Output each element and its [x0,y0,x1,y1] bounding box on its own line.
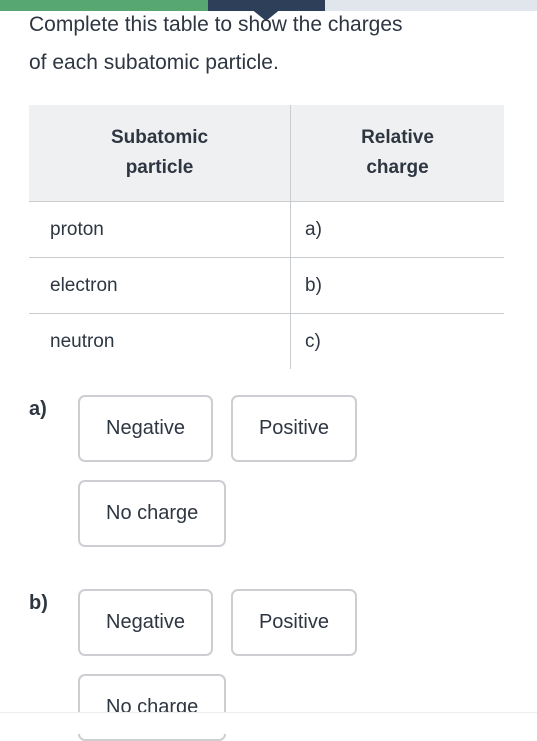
table-header: Subatomic particle Relative charge [29,105,504,202]
option-button-negative[interactable]: Negative [78,395,213,462]
table-header-relative-charge: Relative charge [290,105,504,202]
answer-option-row: Negative Positive [78,589,509,656]
table-row: proton a) [29,201,504,258]
option-button-negative[interactable]: Negative [78,589,213,656]
header-line-2: particle [125,157,194,178]
cell-particle: proton [29,201,291,258]
answer-option-row: Negative Positive [78,395,509,462]
option-button-positive[interactable]: Positive [230,395,357,462]
table-header-row: Subatomic particle Relative charge [29,105,504,202]
header-line-2: charge [366,157,429,178]
option-button-positive[interactable]: Positive [230,589,357,656]
header-line-1: Relative [361,127,434,148]
answer-group-label-a: a) [29,398,47,420]
cell-charge-slot: a) [290,201,504,258]
table-body: proton a) electron b) neutron c) [29,201,504,369]
footer-strip [0,712,537,734]
cell-particle: electron [29,257,291,314]
answer-option-row: No charge [78,480,509,547]
question-prompt: Complete this table to show the charges … [29,13,403,74]
header-line-1: Subatomic [110,127,209,148]
table-header-subatomic-particle: Subatomic particle [29,105,291,202]
cell-charge-slot: c) [305,330,321,352]
answer-options-a: Negative Positive No charge [78,395,509,547]
answer-group-a: a) Negative Positive No charge [29,395,509,547]
table-row: neutron c) [29,313,504,369]
option-button-no-charge[interactable]: No charge [78,480,227,547]
cell-charge-slot: b) [290,257,504,314]
answer-group-label-b: b) [29,592,48,614]
charges-table: Subatomic particle Relative charge proto… [29,105,504,369]
table-column-divider-tail [290,341,291,368]
table-row: electron b) [29,257,504,314]
cell-particle: neutron [29,313,291,369]
